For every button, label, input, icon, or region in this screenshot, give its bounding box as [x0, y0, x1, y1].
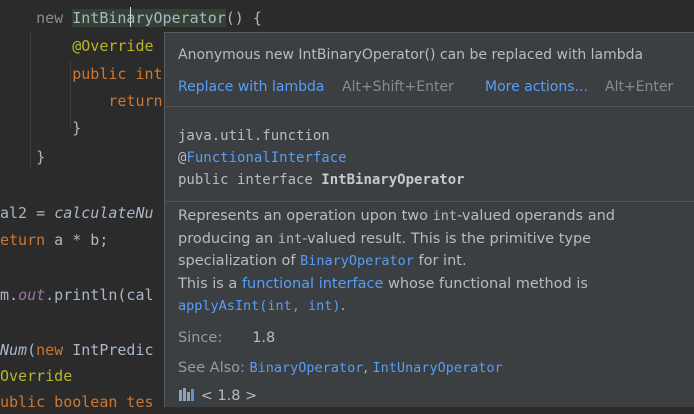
- code-line-6[interactable]: }: [0, 145, 45, 169]
- code-line-13[interactable]: Num(new IntPredic: [0, 338, 154, 362]
- library-row: < 1.8 >: [178, 386, 257, 406]
- since-value: 1.8: [252, 330, 276, 346]
- interface-name: IntBinaryOperator: [321, 172, 465, 188]
- code-line-5[interactable]: }: [0, 116, 81, 140]
- intention-message: Anonymous new IntBinaryOperator() can be…: [178, 47, 644, 63]
- more-actions-link[interactable]: More actions...: [485, 79, 588, 95]
- code-line-9[interactable]: eturn a * b;: [0, 228, 108, 252]
- more-actions-action[interactable]: More actions...: [485, 79, 588, 95]
- doc-description: Represents an operation upon two int-val…: [178, 208, 615, 314]
- since-label: Since:: [178, 330, 223, 346]
- functional-interface-link[interactable]: FunctionalInterface: [186, 150, 346, 166]
- binary-operator-link[interactable]: BinaryOperator: [300, 253, 414, 269]
- quick-documentation-popup[interactable]: Anonymous new IntBinaryOperator() can be…: [164, 32, 694, 407]
- code-line-8[interactable]: al2 = calculateNu: [0, 201, 154, 225]
- divider: [165, 201, 694, 202]
- replace-shortcut: Alt+Shift+Enter: [342, 79, 454, 95]
- text-caret: [130, 7, 131, 27]
- replace-with-lambda-action[interactable]: Replace with lambda: [178, 79, 324, 95]
- code-line-3[interactable]: public int: [0, 62, 162, 86]
- package-name: java.util.function: [178, 128, 330, 144]
- see-also-row: See Also: BinaryOperator, IntUnaryOperat…: [178, 360, 503, 376]
- apply-as-int-link[interactable]: applyAsInt(int, int): [178, 298, 341, 314]
- code-line-4[interactable]: return: [0, 89, 162, 113]
- since-row: Since: 1.8: [178, 330, 275, 346]
- code-line-15[interactable]: ublic boolean tes: [0, 390, 154, 414]
- intention-bar: Anonymous new IntBinaryOperator() can be…: [165, 33, 694, 105]
- code-line-2[interactable]: @Override: [0, 34, 153, 58]
- see-also-int-unary-operator-link[interactable]: IntUnaryOperator: [373, 360, 503, 376]
- see-also-label: See Also:: [178, 360, 245, 376]
- see-also-binary-operator-link[interactable]: BinaryOperator: [250, 360, 364, 376]
- code-line-11[interactable]: m.out.println(cal: [0, 283, 154, 307]
- more-actions-shortcut: Alt+Enter: [605, 79, 674, 95]
- library-icon: [178, 386, 196, 406]
- functional-interface-doc-link[interactable]: functional interface: [242, 276, 383, 292]
- declaration-block: java.util.function @FunctionalInterface …: [178, 128, 465, 188]
- library-version: < 1.8 >: [200, 388, 258, 404]
- code-line-14[interactable]: Override: [0, 364, 72, 388]
- divider: [165, 106, 694, 107]
- replace-with-lambda-link[interactable]: Replace with lambda: [178, 79, 324, 95]
